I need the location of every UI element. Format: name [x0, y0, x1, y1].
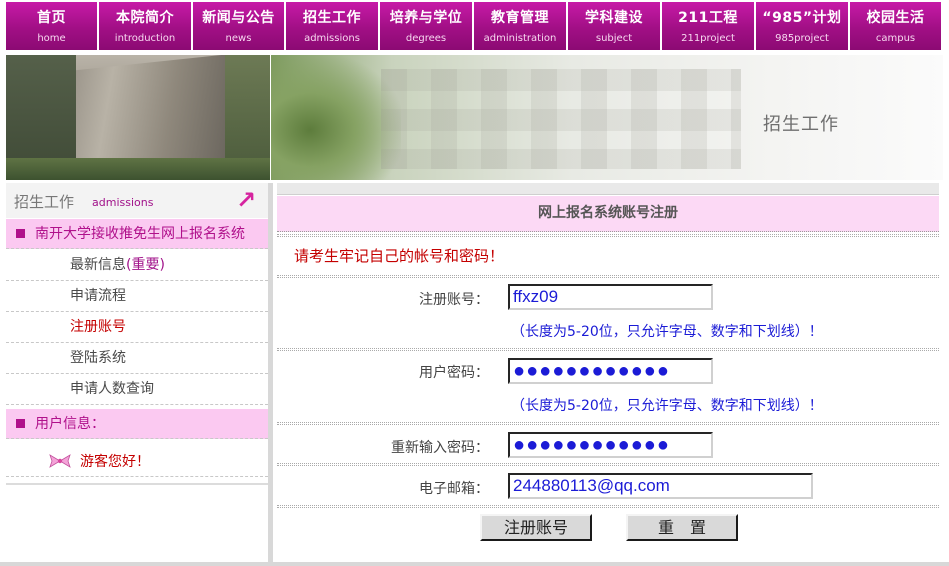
nav-label: 211工程	[678, 10, 738, 26]
panel-top-bar	[277, 183, 939, 195]
sidebar-item-label: 申请人数查询	[70, 381, 154, 397]
account-hint: （长度为5-20位，只允许字母、数字和下划线）！	[511, 324, 823, 340]
nav-item-admissions[interactable]: 招生工作 admissions	[286, 2, 380, 50]
nav-sublabel: campus	[875, 33, 916, 44]
sidebar-item-process[interactable]: 申请流程	[6, 281, 268, 312]
divider	[277, 422, 939, 425]
nav-item-subject[interactable]: 学科建设 subject	[568, 2, 662, 50]
guest-greeting-text: 游客您好！	[80, 454, 150, 470]
sidebar-section-label: 用户信息：	[35, 416, 105, 432]
important-tag: (重要)	[126, 257, 165, 273]
divider	[277, 348, 939, 351]
divider	[277, 275, 939, 278]
email-label: 电子邮箱：	[419, 481, 489, 497]
sidebar-section-system[interactable]: 南开大学接收推免生网上报名系统	[6, 219, 268, 249]
banner-photo-monument	[6, 55, 270, 180]
password-input[interactable]: ●●●●●●●●●●●●	[508, 358, 713, 384]
password-notice: 请考生牢记自己的帐号和密码！	[294, 247, 505, 265]
nav-sublabel: degrees	[405, 33, 447, 44]
sidebar-item-register[interactable]: 注册账号	[6, 312, 268, 343]
sidebar: 招生工作 admissions ↗ 南开大学接收推免生网上报名系统 最新信息(重…	[6, 183, 268, 566]
banner-title: 招生工作	[763, 114, 839, 135]
email-input[interactable]: 244880113@qq.com	[508, 473, 813, 499]
password-hint: （长度为5-20位，只允许字母、数字和下划线）！	[511, 398, 823, 414]
register-button[interactable]: 注册账号	[480, 514, 592, 541]
square-bullet-icon	[16, 419, 25, 428]
sidebar-header-title: 招生工作	[14, 193, 75, 211]
nav-item-campus[interactable]: 校园生活 campus	[850, 2, 943, 50]
nav-label: 培养与学位	[389, 10, 463, 26]
nav-label: 首页	[37, 10, 66, 26]
divider	[277, 463, 939, 466]
building-shape	[381, 69, 741, 169]
grass-shape	[6, 158, 270, 180]
divider	[277, 505, 939, 508]
sidebar-item-label: 申请流程	[70, 288, 126, 304]
sidebar-item-login[interactable]: 登陆系统	[6, 343, 268, 374]
sidebar-header-subtitle: admissions	[92, 196, 154, 209]
arrow-up-right-icon: ↗	[236, 186, 257, 214]
password-label: 用户密码：	[419, 365, 489, 381]
nav-sublabel: news	[225, 33, 252, 44]
nav-sublabel: 985project	[775, 33, 829, 44]
sidebar-divider	[6, 483, 268, 486]
nav-item-administration[interactable]: 教育管理 administration	[474, 2, 568, 50]
form-title: 网上报名系统账号注册	[277, 196, 939, 232]
registration-panel: 网上报名系统账号注册 请考生牢记自己的帐号和密码！ 注册账号： ffxz09 （…	[273, 183, 943, 566]
nav-label: 校园生活	[866, 10, 925, 26]
nav-sublabel: introduction	[114, 33, 176, 44]
nav-label: 教育管理	[491, 10, 549, 26]
account-label: 注册账号：	[419, 292, 489, 308]
sidebar-item-label: 注册账号	[70, 319, 126, 335]
nav-item-introduction[interactable]: 本院简介 introduction	[99, 2, 193, 50]
nav-label: 学科建设	[585, 10, 643, 26]
sidebar-section-label: 南开大学接收推免生网上报名系统	[35, 226, 245, 242]
sidebar-section-user-info: 用户信息：	[6, 409, 268, 439]
nav-sublabel: home	[37, 33, 66, 44]
nav-sublabel: subject	[595, 33, 633, 44]
banner-photo-building	[271, 55, 943, 180]
nav-item-news[interactable]: 新闻与公告 news	[193, 2, 286, 50]
nav-item-degrees[interactable]: 培养与学位 degrees	[380, 2, 474, 50]
nav-item-985project[interactable]: “985”计划 985project	[756, 2, 850, 50]
sidebar-item-applicant-count[interactable]: 申请人数查询	[6, 374, 268, 405]
confirm-password-label: 重新输入密码：	[391, 440, 489, 456]
nav-item-home[interactable]: 首页 home	[6, 2, 99, 50]
confirm-password-input[interactable]: ●●●●●●●●●●●●	[508, 432, 713, 458]
nav-label: 本院简介	[116, 10, 174, 26]
sidebar-item-latest-news[interactable]: 最新信息(重要)	[6, 250, 268, 281]
sidebar-item-label: 登陆系统	[70, 350, 126, 366]
nav-sublabel: admissions	[304, 33, 360, 44]
guest-greeting: 游客您好！	[6, 445, 268, 477]
nav-item-211project[interactable]: 211工程 211project	[662, 2, 756, 50]
sidebar-item-label: 最新信息	[70, 257, 126, 273]
bow-icon	[49, 454, 71, 468]
nav-label: 招生工作	[303, 10, 361, 26]
page-bottom-border	[0, 562, 949, 566]
top-nav: 首页 home 本院简介 introduction 新闻与公告 news 招生工…	[0, 0, 949, 52]
nav-label: “985”计划	[762, 10, 842, 26]
account-input[interactable]: ffxz09	[508, 284, 713, 310]
nav-sublabel: 211project	[681, 33, 735, 44]
divider	[277, 234, 939, 237]
sidebar-header: 招生工作 admissions ↗	[6, 183, 268, 218]
nav-sublabel: administration	[483, 33, 557, 44]
reset-button[interactable]: 重 置	[626, 514, 738, 541]
square-bullet-icon	[16, 229, 25, 238]
nav-label: 新闻与公告	[202, 10, 275, 26]
